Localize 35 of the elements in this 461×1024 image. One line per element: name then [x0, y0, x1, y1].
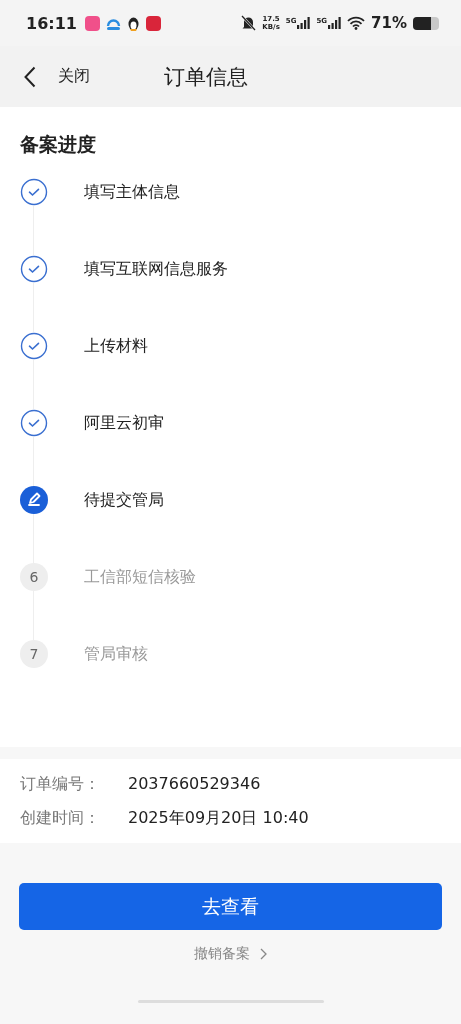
step-label: 阿里云初审 — [84, 412, 164, 434]
wifi-icon — [347, 16, 366, 30]
step-label: 填写互联网信息服务 — [84, 258, 228, 280]
battery-icon — [413, 16, 439, 30]
step-number: 7 — [20, 640, 48, 668]
step-number: 6 — [20, 563, 48, 591]
step-label: 上传材料 — [84, 335, 148, 357]
bell-muted-icon — [241, 15, 257, 31]
field-label: 订单编号： — [20, 773, 101, 795]
edit-circle-icon — [20, 486, 48, 514]
close-button[interactable]: 关闭 — [24, 65, 164, 88]
step-label: 填写主体信息 — [84, 181, 180, 203]
step-label: 待提交管局 — [84, 489, 164, 511]
app-icon — [145, 15, 161, 31]
check-circle-icon — [20, 178, 48, 206]
back-icon — [24, 65, 36, 88]
field-value: 2037660529346 — [128, 773, 261, 795]
view-button[interactable]: 去查看 — [19, 883, 442, 930]
battery-percent: 71% — [371, 14, 407, 32]
check-circle-icon — [20, 409, 48, 437]
check-circle-icon — [20, 332, 48, 360]
cancel-filing-link[interactable]: 撤销备案 — [188, 944, 273, 964]
chevron-right-icon — [260, 948, 267, 960]
step-label: 管局审核 — [84, 643, 148, 665]
status-time: 16:11 — [26, 13, 77, 33]
penguin-icon — [126, 15, 140, 31]
step-label: 工信部短信核验 — [84, 566, 196, 588]
check-circle-icon — [20, 255, 48, 283]
section-title: 备案进度 — [20, 132, 97, 157]
app-icon — [84, 15, 100, 31]
signal-icon — [297, 17, 311, 29]
field-value: 2025年09月20日 10:40 — [128, 807, 309, 829]
signal-icon — [328, 17, 342, 29]
page-title: 订单信息 — [164, 63, 248, 91]
field-label: 创建时间： — [20, 807, 101, 829]
